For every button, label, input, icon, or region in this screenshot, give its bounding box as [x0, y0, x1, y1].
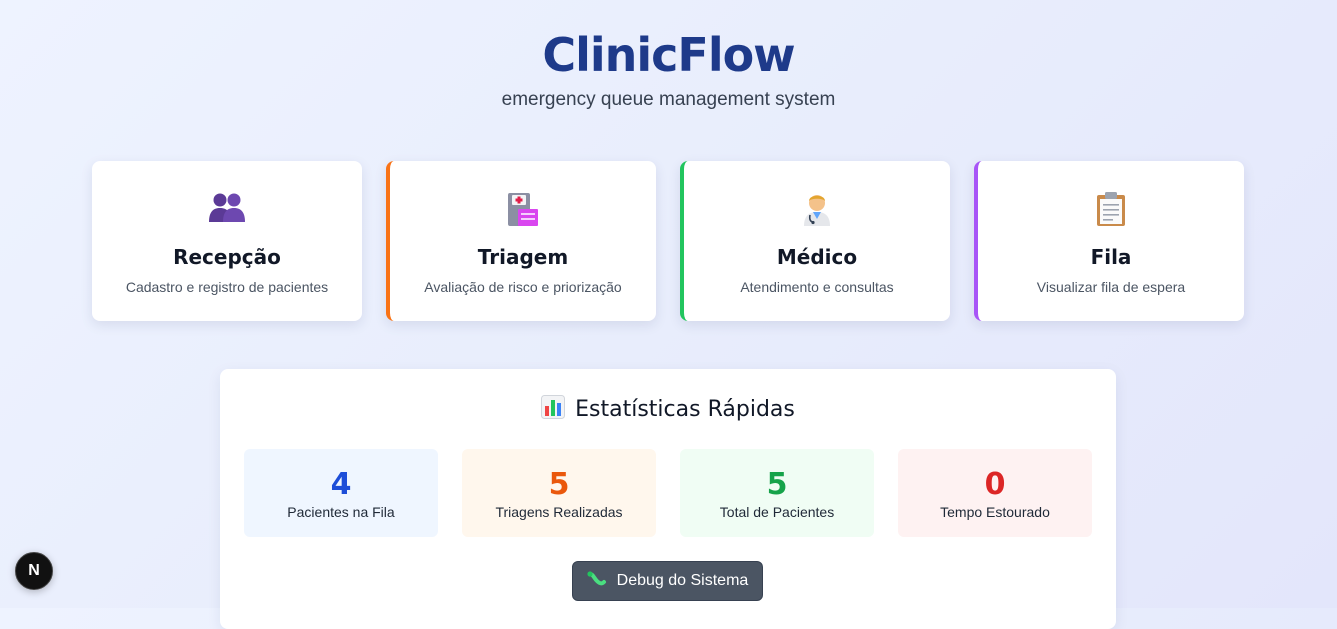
stat-card-queue: 4 Pacientes na Fila	[244, 449, 438, 537]
nextjs-icon: N	[28, 562, 40, 579]
stat-card-time-exceeded: 0 Tempo Estourado	[898, 449, 1092, 537]
card-title: Recepção	[173, 245, 281, 269]
nextjs-dev-badge[interactable]: N	[15, 552, 53, 590]
card-description: Visualizar fila de espera	[1036, 279, 1186, 295]
stat-label: Tempo Estourado	[940, 504, 1050, 520]
worm-icon	[587, 570, 607, 593]
stat-card-total-patients: 5 Total de Pacientes	[680, 449, 874, 537]
doctor-icon	[684, 191, 950, 227]
stats-panel: Estatísticas Rápidas 4 Pacientes na Fila…	[220, 369, 1116, 629]
stat-card-triages: 5 Triagens Realizadas	[462, 449, 656, 537]
stat-label: Total de Pacientes	[719, 504, 835, 520]
stat-value: 5	[548, 467, 570, 502]
card-description: Cadastro e registro de pacientes	[125, 279, 329, 295]
stats-title: Estatísticas Rápidas	[575, 397, 795, 422]
hospital-icon	[390, 191, 656, 227]
stat-value: 0	[984, 467, 1006, 502]
card-title: Fila	[1090, 245, 1132, 269]
debug-button[interactable]: Debug do Sistema	[572, 561, 763, 601]
stat-value: 5	[766, 467, 788, 502]
clipboard-icon	[978, 191, 1244, 227]
card-fila[interactable]: Fila Visualizar fila de espera	[974, 161, 1244, 321]
card-description: Atendimento e consultas	[740, 279, 894, 295]
card-title: Médico	[776, 245, 858, 269]
app-subtitle: emergency queue management system	[501, 89, 836, 110]
card-description: Avaliação de risco e priorização	[424, 279, 622, 295]
stat-label: Pacientes na Fila	[287, 504, 395, 520]
app-title: ClinicFlow	[542, 28, 795, 82]
card-recepcao[interactable]: Recepção Cadastro e registro de paciente…	[92, 161, 362, 321]
debug-button-label: Debug do Sistema	[616, 572, 749, 589]
card-triagem[interactable]: Triagem Avaliação de risco e priorização	[386, 161, 656, 321]
stats-header: Estatísticas Rápidas	[220, 395, 1116, 424]
people-icon	[92, 191, 362, 227]
bar-chart-icon	[541, 395, 566, 424]
stat-value: 4	[330, 467, 352, 502]
stat-label: Triagens Realizadas	[495, 504, 623, 520]
card-title: Triagem	[477, 245, 569, 269]
card-medico[interactable]: Médico Atendimento e consultas	[680, 161, 950, 321]
